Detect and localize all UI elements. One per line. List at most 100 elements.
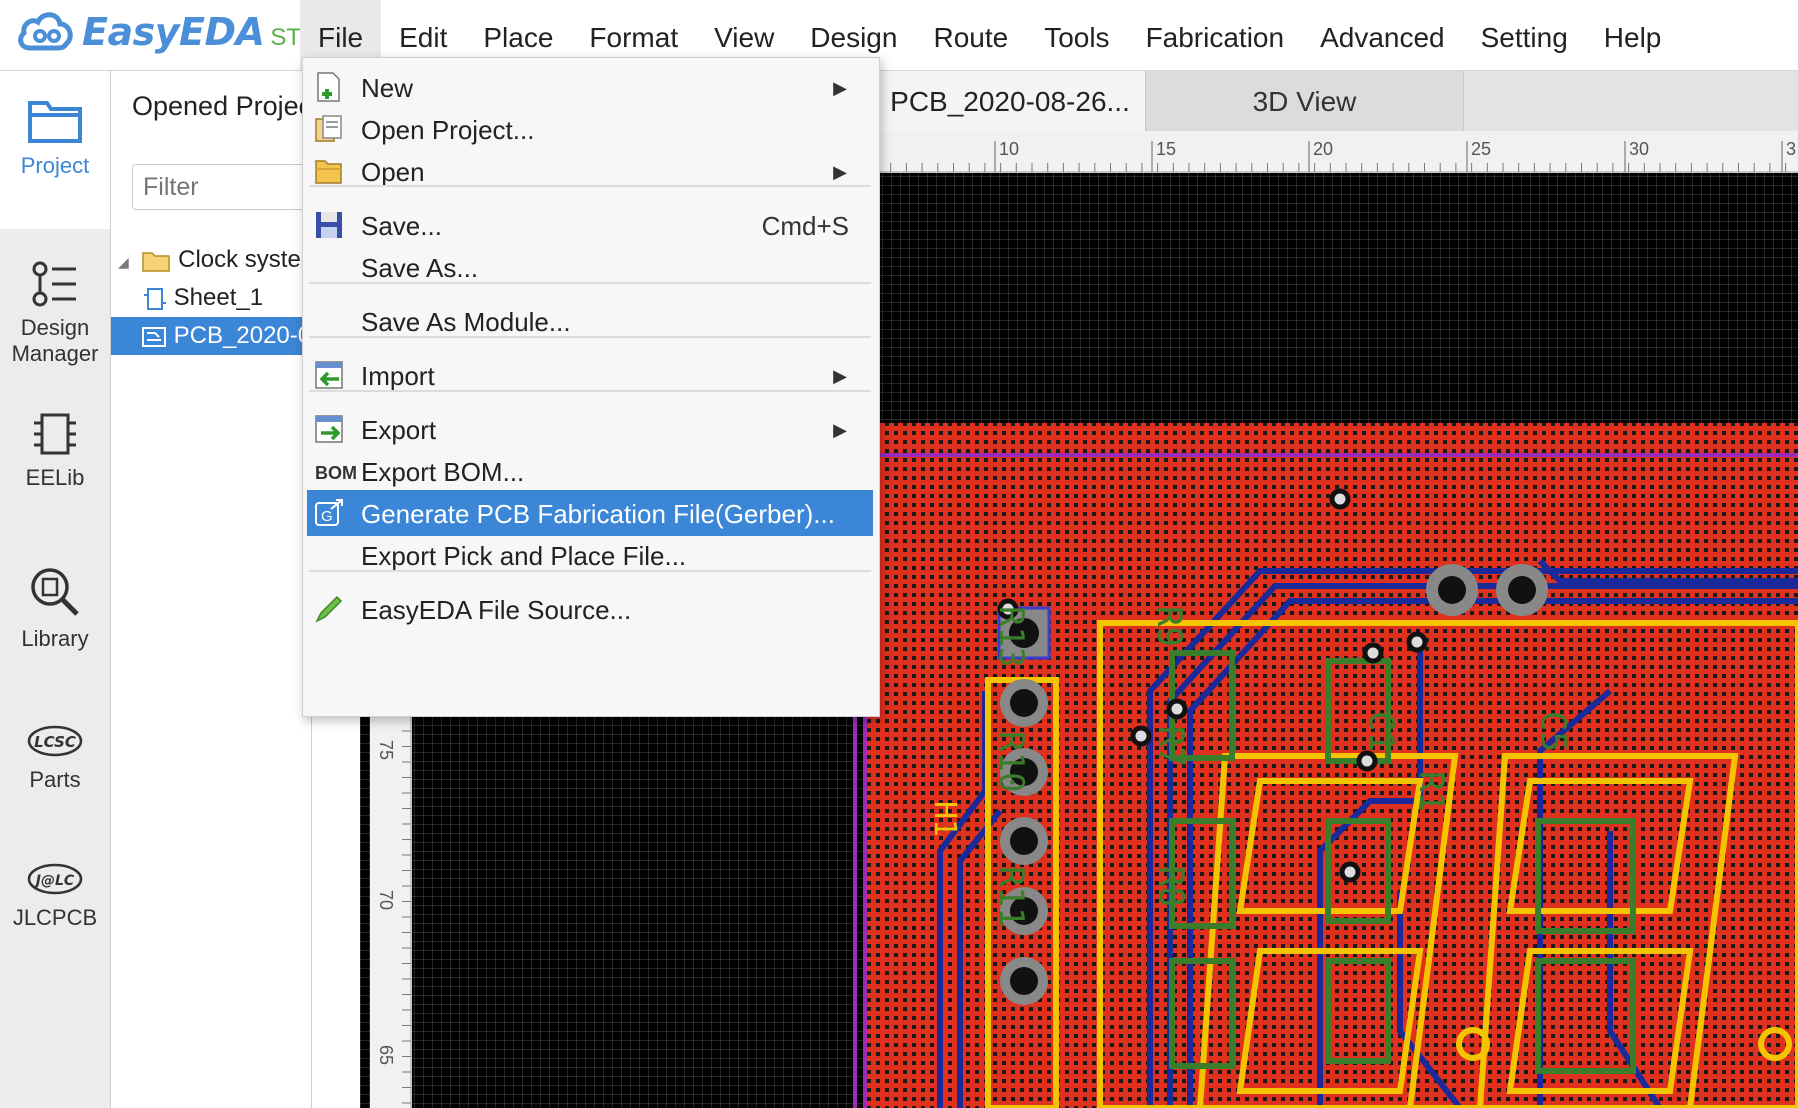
project-folder-icon <box>28 101 82 143</box>
menu-item-open-project[interactable]: Open Project... <box>307 106 873 152</box>
menu-separator <box>309 336 871 338</box>
library-search-icon <box>31 568 79 616</box>
tree-item-label: Clock system <box>178 246 321 273</box>
pcb-label-h1: H1 <box>927 801 962 837</box>
sidebar-library-label: Library <box>21 626 89 651</box>
top-menu-bar: EasyEDA STD File Edit Place Format View … <box>0 0 1798 71</box>
tree-item-label: Sheet_1 <box>173 284 264 311</box>
ruler-top-label: 30 <box>1629 139 1649 159</box>
pcb-label-r7: R7 <box>1151 726 1191 767</box>
logo-text: EasyEDA <box>82 10 265 54</box>
sidebar-design-manager-button[interactable]: Design Manager <box>0 259 110 367</box>
menu-item-label: Save... <box>361 211 442 241</box>
menu-item-file-source[interactable]: EasyEDA File Source... <box>307 586 873 632</box>
jlc-logo-icon: J@LC <box>27 863 83 895</box>
menu-item-label: Open Project... <box>361 115 535 145</box>
tree-item-project[interactable]: ◢ Clock system <box>111 241 321 281</box>
submenu-arrow-icon: ▶ <box>833 366 847 386</box>
pencil-icon <box>315 595 343 623</box>
project-panel: Opened Projects ◢ Clock system Sheet_1 P… <box>111 71 359 1108</box>
import-icon <box>315 361 343 389</box>
ruler-top-label: 25 <box>1471 139 1491 159</box>
menu-item-label: Export <box>361 415 437 445</box>
pcb-label-r1: R1 <box>1411 771 1451 812</box>
jlc-logo-text: J@LC <box>33 873 75 889</box>
svg-text:G: G <box>321 508 333 525</box>
sidebar-jlcpcb-label: JLCPCB <box>12 905 98 930</box>
menu-setting[interactable]: Setting <box>1463 0 1586 70</box>
new-file-icon <box>317 72 340 102</box>
file-menu-dropdown: New ▶ Open Project... Open ▶ Save... Cmd… <box>302 57 880 717</box>
submenu-arrow-icon: ▶ <box>833 78 847 98</box>
pcb-doc-icon <box>142 326 166 347</box>
menu-tools[interactable]: Tools <box>1026 0 1127 70</box>
lcsc-logo-text: LCSC <box>34 733 76 751</box>
menu-route[interactable]: Route <box>915 0 1026 70</box>
pcb-label-c1: C1 <box>1361 711 1401 752</box>
menu-item-label: Save As Module... <box>361 307 571 337</box>
pcb-label-c5: C5 <box>1533 711 1573 752</box>
menu-item-generate-gerber[interactable]: G Generate PCB Fabrication File(Gerber).… <box>307 490 873 536</box>
export-icon <box>315 415 343 443</box>
menu-item-label: Open <box>361 157 425 187</box>
sidebar-parts-label: Parts <box>29 767 81 792</box>
folder-icon <box>142 251 171 272</box>
menu-item-label: Import <box>361 361 435 391</box>
ruler-left-label: 70 <box>376 890 396 910</box>
submenu-arrow-icon: ▶ <box>833 162 847 182</box>
menu-fabrication[interactable]: Fabrication <box>1128 0 1303 70</box>
pcb-label-r11: R11 <box>991 866 1031 927</box>
menu-item-label: EasyEDA File Source... <box>361 595 632 625</box>
easyeda-cloud-icon <box>18 12 73 51</box>
ruler-top-label: 3 <box>1786 139 1796 159</box>
pcb-label-r13: R13 <box>991 606 1031 667</box>
sidebar-project-button[interactable]: Project <box>0 71 110 229</box>
menu-advanced[interactable]: Advanced <box>1302 0 1463 70</box>
app-logo[interactable]: EasyEDA STD <box>16 8 318 56</box>
ruler-top: 10 15 20 25 30 3 <box>875 131 1798 173</box>
sidebar-parts-button[interactable]: LCSC Parts <box>0 721 110 793</box>
menu-separator <box>309 185 871 187</box>
menu-item-label: Save As... <box>361 253 479 283</box>
sidebar-eelib-label: EELib <box>25 465 85 490</box>
menu-item-label: Export BOM... <box>361 457 525 487</box>
menu-item-label: Export Pick and Place File... <box>361 541 687 571</box>
pcb-label-r8: R8 <box>1151 866 1191 907</box>
sidebar-jlcpcb-button[interactable]: J@LC JLCPCB <box>0 859 110 931</box>
tree-item-sheet[interactable]: Sheet_1 <box>111 279 311 317</box>
tab-pcb[interactable]: PCB_2020-08-26... <box>875 71 1146 131</box>
schematic-icon <box>144 287 166 310</box>
pcb-label-r10: R10 <box>991 731 1031 792</box>
menu-item-label: New <box>361 73 414 103</box>
tree-item-pcb[interactable]: PCB_2020-08-26 <box>111 317 359 355</box>
menu-help[interactable]: Help <box>1586 0 1680 70</box>
shortcut-label: Cmd+S <box>761 211 849 241</box>
submenu-arrow-icon: ▶ <box>833 420 847 440</box>
chip-icon <box>34 413 76 455</box>
sidebar-library-button[interactable]: Library <box>0 564 110 652</box>
sidebar-eelib-button[interactable]: EELib <box>0 409 110 491</box>
ruler-top-label: 15 <box>1156 139 1176 159</box>
menu-item-open[interactable]: Open ▶ <box>307 148 873 194</box>
menu-separator <box>309 282 871 284</box>
tab-3d-view[interactable]: 3D View <box>1146 71 1464 131</box>
menu-item-save[interactable]: Save... Cmd+S <box>307 202 873 248</box>
sidebar-design-manager-label: Design Manager <box>11 315 99 366</box>
menu-item-label: Generate PCB Fabrication File(Gerber)... <box>361 499 835 529</box>
design-manager-icon <box>32 261 76 307</box>
ruler-top-label: 20 <box>1313 139 1333 159</box>
menu-item-new[interactable]: New ▶ <box>307 64 873 110</box>
lcsc-logo-icon: LCSC <box>27 725 83 757</box>
collapse-triangle-icon[interactable]: ◢ <box>118 243 129 281</box>
left-sidebar: Project Design Manager EELib Library LCS… <box>0 71 111 1108</box>
gerber-icon: G <box>315 499 343 526</box>
ruler-left: 75 70 65 <box>370 700 412 1108</box>
pcb-label-r9: R9 <box>1149 606 1189 647</box>
editor-tabs: PCB_2020-08-26... 3D View <box>875 71 1798 132</box>
menu-item-export-bom[interactable]: BOM Export BOM... <box>307 448 873 494</box>
ruler-top-label: 10 <box>999 139 1019 159</box>
floppy-save-icon <box>316 212 342 238</box>
menu-separator <box>309 570 871 572</box>
menu-item-export[interactable]: Export ▶ <box>307 406 873 452</box>
sidebar-project-label: Project <box>20 153 90 178</box>
